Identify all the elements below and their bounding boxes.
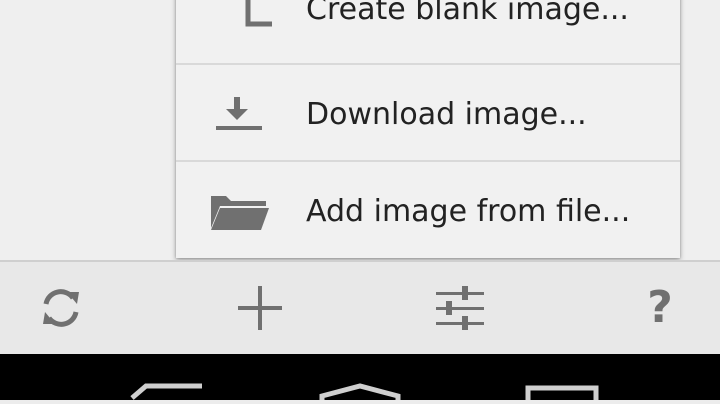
download-icon	[216, 97, 262, 130]
menu-item-label: Create blank image...	[306, 0, 629, 27]
menu-item-add-image-from-file[interactable]: Add image from file...	[176, 162, 680, 258]
recent-apps-icon	[525, 385, 599, 400]
popup-menu: Create blank image... Download image... …	[176, 0, 680, 258]
refresh-button[interactable]	[21, 276, 101, 340]
menu-item-create-blank-image[interactable]: Create blank image...	[176, 0, 680, 56]
menu-item-download-image[interactable]: Download image...	[176, 65, 680, 161]
back-icon	[130, 383, 202, 400]
home-button[interactable]	[300, 354, 420, 400]
recent-apps-button[interactable]	[510, 354, 630, 400]
menu-item-label: Download image...	[306, 97, 587, 132]
bottom-toolbar: ?	[0, 260, 720, 354]
add-button[interactable]	[220, 276, 300, 340]
menu-item-label: Add image from file...	[306, 194, 631, 229]
sliders-icon	[436, 286, 484, 330]
folder-icon	[211, 196, 269, 230]
help-button[interactable]: ?	[620, 276, 700, 340]
settings-button[interactable]	[420, 276, 500, 340]
back-button[interactable]	[110, 354, 230, 400]
navigation-bar	[0, 354, 720, 400]
blank-page-icon	[245, 0, 272, 27]
help-icon: ?	[647, 282, 673, 333]
refresh-icon	[43, 289, 79, 327]
home-icon	[319, 383, 401, 400]
plus-icon	[238, 286, 282, 330]
